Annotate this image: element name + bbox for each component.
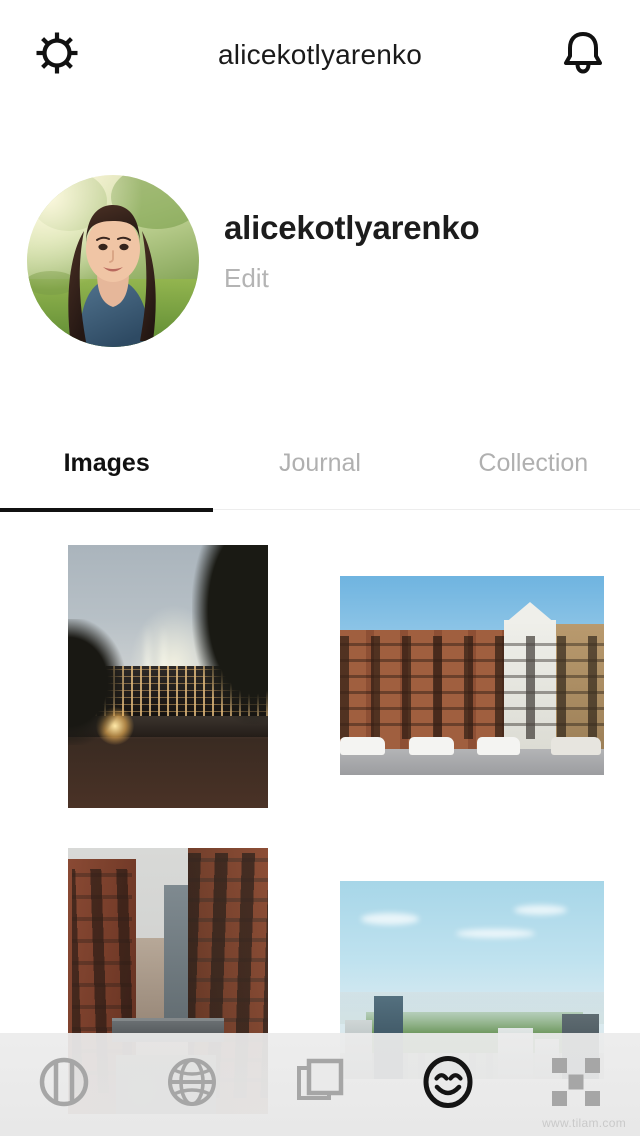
photo-layer <box>408 737 454 756</box>
photo-layer <box>551 737 602 756</box>
photo-layer <box>192 545 268 724</box>
watermark: www.tilam.com <box>542 1116 626 1130</box>
grid-photo-nyc-skyline-tribute-lights-at-dusk[interactable] <box>68 545 268 808</box>
bottom-navigation-bar: www.tilam.com <box>0 1033 640 1136</box>
photo-layer <box>164 885 190 1024</box>
layers-icon <box>292 1054 348 1115</box>
photo-layer <box>340 635 604 740</box>
gear-icon <box>34 30 80 81</box>
profile-tabs: Images Journal Collection <box>0 418 640 512</box>
settings-button[interactable] <box>26 24 88 86</box>
photo-layer <box>361 912 420 925</box>
nav-button-layers[interactable] <box>256 1033 384 1136</box>
globe-icon <box>164 1054 220 1115</box>
nav-button-profile[interactable] <box>384 1033 512 1136</box>
avatar[interactable] <box>27 175 199 347</box>
photo-layer <box>68 618 124 745</box>
photo-layer <box>514 904 568 915</box>
profile-meta: alicekotlyarenko Edit <box>224 209 480 294</box>
edit-profile-link[interactable]: Edit <box>224 263 479 294</box>
notifications-button[interactable] <box>552 24 614 86</box>
bell-icon <box>560 29 606 82</box>
aperture-icon <box>36 1054 92 1115</box>
profile-screen: alicekotlyarenko alicekotlyarenko Edit I… <box>0 0 640 1136</box>
top-header: alicekotlyarenko <box>0 0 640 110</box>
tab-journal[interactable]: Journal <box>213 418 426 509</box>
photo-layer <box>340 737 385 756</box>
tab-images[interactable]: Images <box>0 418 214 512</box>
grid-checker-icon <box>550 1056 602 1113</box>
page-title: alicekotlyarenko <box>218 39 422 70</box>
smiley-face-icon <box>419 1053 477 1116</box>
nav-button-globe[interactable] <box>128 1033 256 1136</box>
profile-section: alicekotlyarenko Edit <box>0 175 640 347</box>
tab-collection[interactable]: Collection <box>427 418 640 509</box>
grid-photo-brooklyn-brownstone-row-houses[interactable] <box>340 576 604 775</box>
nav-button-aperture[interactable] <box>0 1033 128 1136</box>
profile-username: alicekotlyarenko <box>224 209 480 246</box>
avatar-photo <box>27 175 199 347</box>
photo-grid <box>0 510 640 1114</box>
photo-layer <box>68 734 268 808</box>
photo-layer <box>477 737 520 756</box>
